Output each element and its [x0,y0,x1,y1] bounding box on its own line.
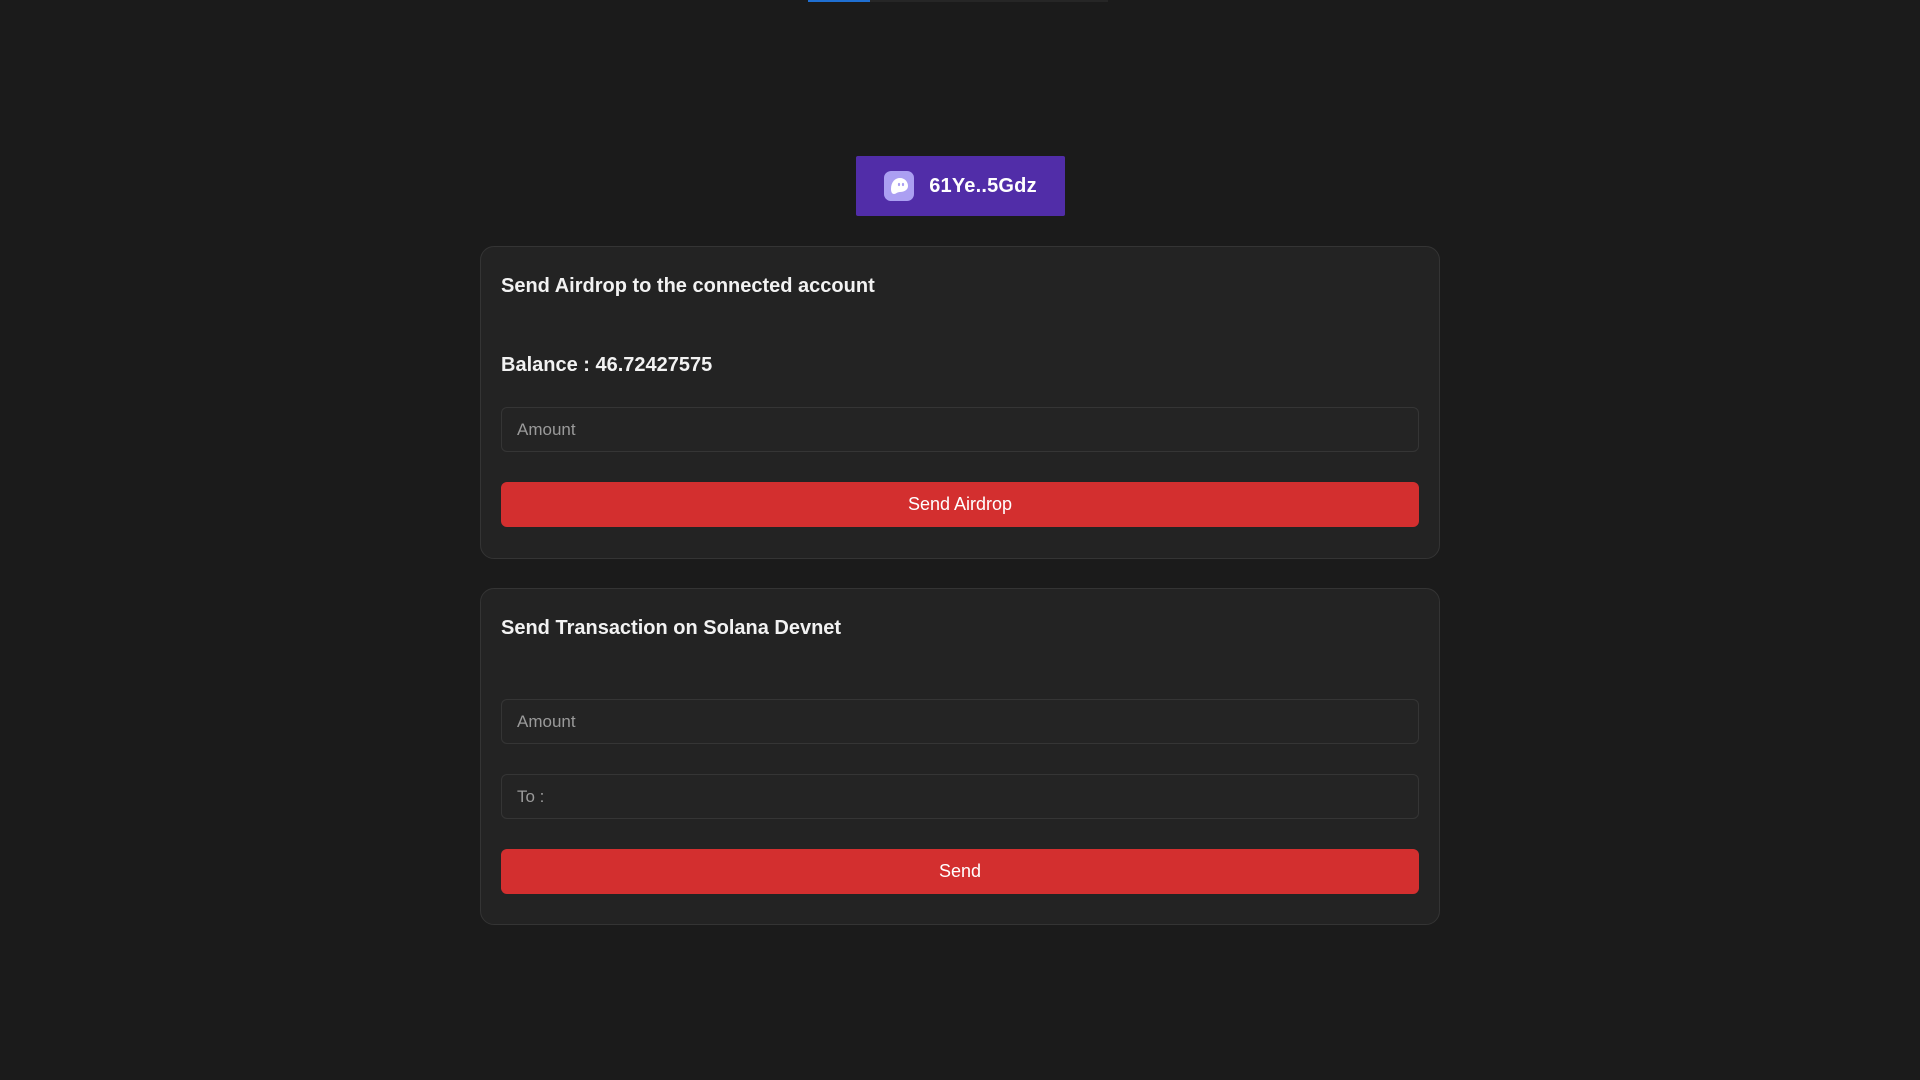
wallet-connect-button[interactable]: 61Ye..5Gdz [856,156,1065,216]
transaction-amount-input[interactable] [501,699,1419,744]
airdrop-card: Send Airdrop to the connected account Ba… [480,246,1440,559]
transaction-card: Send Transaction on Solana Devnet Send [480,588,1440,925]
phantom-ghost-icon [884,171,915,201]
recipient-input[interactable] [501,774,1419,819]
transaction-title: Send Transaction on Solana Devnet [501,617,842,639]
airdrop-title: Send Airdrop to the connected account [501,275,875,297]
send-transaction-button[interactable]: Send [501,849,1419,894]
wallet-address: 61Ye..5Gdz [929,174,1037,197]
send-airdrop-button[interactable]: Send Airdrop [501,482,1419,527]
airdrop-amount-input[interactable] [501,407,1419,452]
top-divider-accent [808,0,870,2]
balance-text: Balance : 46.72427575 [501,354,713,376]
page: 61Ye..5Gdz Send Airdrop to the connected… [0,0,1920,1080]
